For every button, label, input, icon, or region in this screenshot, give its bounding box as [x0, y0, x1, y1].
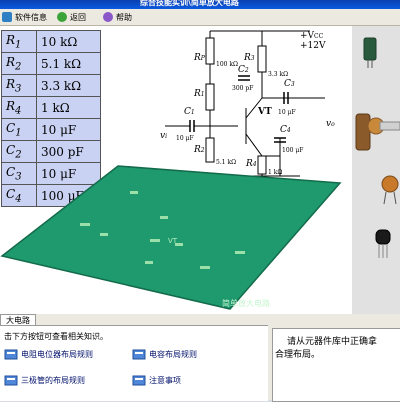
table-row: C1 10 μF [1, 118, 101, 141]
c3-label: C3 [284, 79, 295, 89]
info-button-label: 软件信息 [15, 12, 47, 22]
notes-link-label: 注意事项 [149, 376, 181, 385]
knowledge-links-panel: 击下方按钮可查看相关知识。 电阻电位器布局规则 电容布局规则 三极管的布局规则 … [0, 325, 268, 401]
vcc-label: +VCC [300, 31, 324, 41]
vi-label: vi [160, 131, 167, 141]
info-button[interactable]: 软件信息 [2, 10, 47, 24]
knowledge-link-icon [4, 348, 18, 361]
help-icon [103, 12, 113, 22]
transistor-item [375, 229, 391, 258]
component-value: 300 pF [36, 140, 101, 163]
component-value: 10 μF [36, 118, 101, 141]
instruction-line-2: 合理布局。 [275, 350, 321, 360]
back-icon [57, 12, 67, 22]
notes-link[interactable]: 注意事项 [132, 374, 181, 387]
knowledge-link-icon [4, 374, 18, 387]
knowledge-panel: 大电路 击下方按钮可查看相关知识。 电阻电位器布局规则 电容布局规则 三极管的布… [0, 314, 400, 402]
r2-resistor-body [205, 137, 215, 163]
component-library-panel [352, 26, 400, 314]
ceramic-capacitor-item [381, 175, 399, 205]
instruction-message-box: 请从元器件库中正确拿 合理布局。 [272, 328, 400, 402]
help-button-label: 帮助 [116, 12, 132, 22]
rp-label: RP [193, 53, 206, 63]
c2-label: C2 [238, 65, 249, 75]
c4-value: 100 μF [282, 147, 303, 154]
title-bar: 综合技能实训\简单放大电路 [0, 0, 400, 9]
c2-value: 300 pF [232, 85, 253, 92]
table-row: R3 3.3 kΩ [1, 74, 101, 97]
window-title: 综合技能实训\简单放大电路 [140, 0, 239, 7]
potentiometer-item [355, 113, 400, 151]
electrolytic-capacitor-item [363, 37, 377, 68]
component-symbol: R2 [1, 52, 37, 75]
r3-resistor-body [257, 45, 267, 73]
component-value: 5.1 kΩ [36, 52, 101, 75]
rp-value: 100 kΩ [216, 61, 238, 68]
r2-label: R2 [193, 145, 205, 155]
help-button[interactable]: 帮助 [103, 10, 132, 24]
knowledge-link-icon [132, 348, 146, 361]
c1-label: C1 [184, 107, 195, 117]
table-row: R4 1 kΩ [1, 96, 101, 119]
transistor-label: VT [257, 107, 272, 117]
component-library-images [355, 37, 400, 258]
component-symbol: R4 [1, 96, 37, 119]
resistor-rules-link-label: 电阻电位器布局规则 [21, 350, 93, 359]
knowledge-hint: 击下方按钮可查看相关知识。 [4, 332, 108, 341]
c1-value: 10 μF [176, 135, 194, 142]
component-value: 1 kΩ [36, 96, 101, 119]
resistor-rules-link[interactable]: 电阻电位器布局规则 [4, 348, 93, 361]
vo-label: vo [326, 119, 335, 129]
pcb-board[interactable]: VT 简单放大电路 [0, 161, 345, 311]
r1-resistor-body [205, 83, 215, 111]
table-row: R2 5.1 kΩ [1, 52, 101, 75]
board-label: 简单放大电路 [222, 298, 270, 308]
main-area: R1 10 kΩ R2 5.1 kΩ R3 3.3 kΩ R4 1 kΩ C1 10 μF… [0, 26, 400, 314]
capacitor-rules-link[interactable]: 电容布局规则 [132, 348, 197, 361]
transistor-rules-link-label: 三极管的布局规则 [21, 376, 85, 385]
component-symbol: C1 [1, 118, 37, 141]
component-value: 10 kΩ [36, 30, 101, 53]
table-row: C2 300 pF [1, 140, 101, 163]
component-symbol: C2 [1, 140, 37, 163]
c3-value: 10 μF [278, 109, 296, 116]
capacitor-rules-link-label: 电容布局规则 [149, 350, 197, 359]
component-symbol: R3 [1, 74, 37, 97]
toolbar: 软件信息 返回 帮助 [0, 9, 400, 26]
supply-label: +12V [300, 41, 326, 51]
component-symbol: R1 [1, 30, 37, 53]
r1-label: R1 [193, 89, 205, 99]
c4-label: C4 [280, 125, 291, 135]
back-button-label: 返回 [70, 12, 86, 22]
component-value: 3.3 kΩ [36, 74, 101, 97]
transistor-rules-link[interactable]: 三极管的布局规则 [4, 374, 85, 387]
r3-label: R3 [243, 53, 255, 63]
back-button[interactable]: 返回 [57, 10, 86, 24]
rp-resistor-body [205, 37, 215, 65]
board-vt-label: VT [168, 237, 178, 245]
info-icon [2, 12, 12, 22]
instruction-line-1: 请从元器件库中正确拿 [287, 337, 378, 347]
knowledge-link-icon [132, 374, 146, 387]
r3-value: 3.3 kΩ [268, 71, 288, 78]
table-row: R1 10 kΩ [1, 30, 101, 53]
